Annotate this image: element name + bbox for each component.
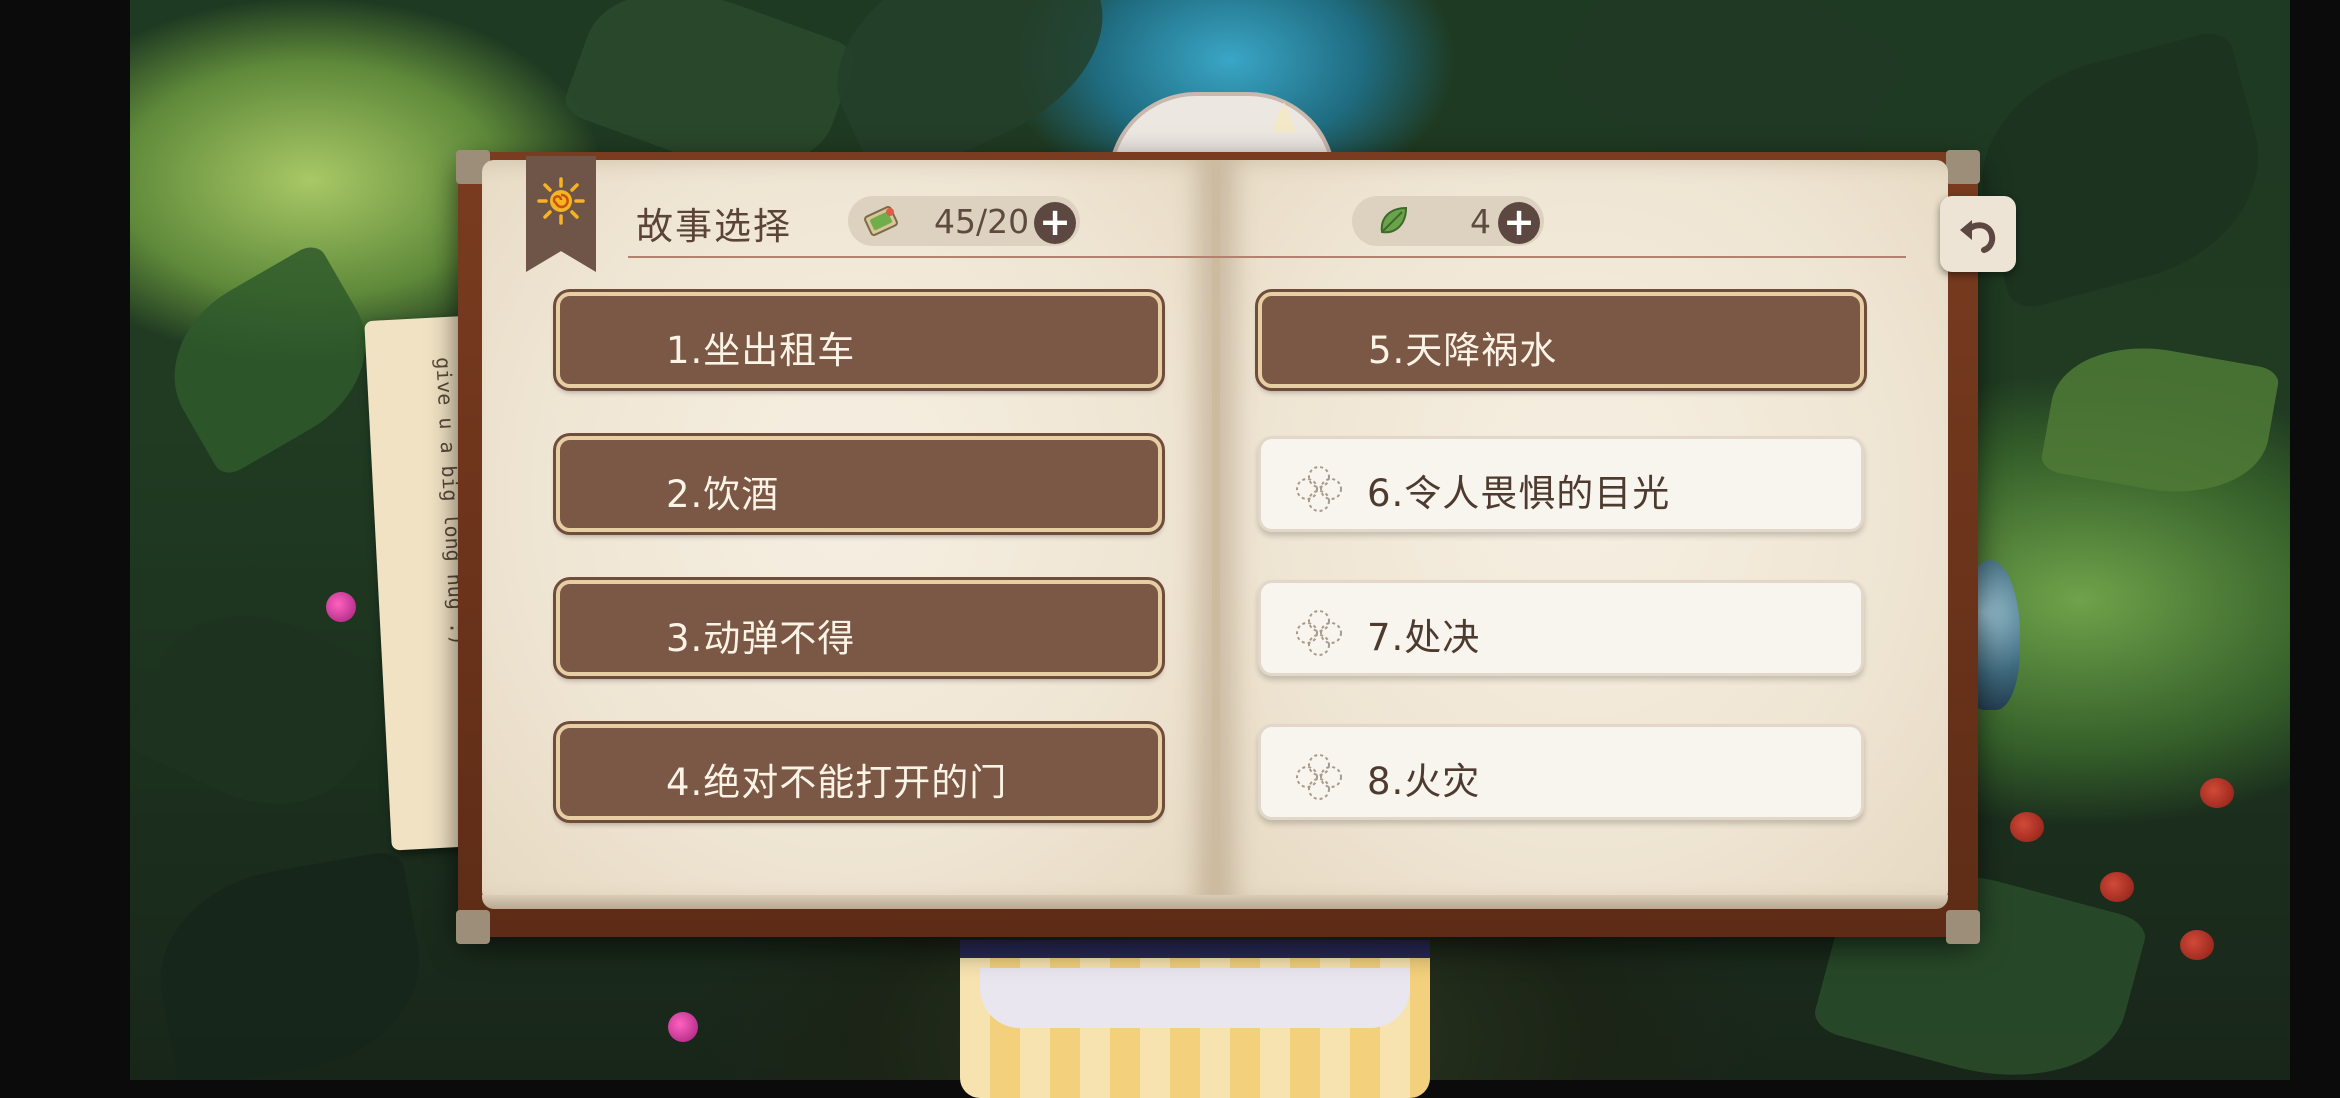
story-label: 2.饮酒: [666, 473, 780, 516]
leaf-icon: [1380, 206, 1408, 234]
pink-flower: [668, 1012, 698, 1042]
story-label: 3.动弹不得: [666, 617, 856, 660]
leaf-counter: 4 +: [1352, 196, 1544, 246]
story-label: 5.天降祸水: [1368, 329, 1558, 372]
clover-outline-icon: [1296, 754, 1342, 800]
clover-outline-icon: [1296, 610, 1342, 656]
story-button[interactable]: 5.天降祸水: [1258, 292, 1864, 388]
story-button[interactable]: 4.绝对不能打开的门: [556, 724, 1162, 820]
story-button[interactable]: 2.饮酒: [556, 436, 1162, 532]
back-arrow-icon: [1960, 220, 1996, 253]
clover-outline-icon: [1296, 466, 1342, 512]
story-label: 1.坐出租车: [666, 329, 856, 372]
page-title: 故事选择: [636, 205, 792, 248]
story-label: 4.绝对不能打开的门: [666, 761, 1008, 804]
pink-flower: [326, 592, 356, 622]
ticket-counter: 45/20 +: [848, 196, 1080, 246]
sun-icon: [537, 177, 585, 225]
book-spine: [1212, 160, 1220, 905]
leaf-value: 4: [1470, 202, 1491, 241]
story-button[interactable]: 1.坐出租车: [556, 292, 1162, 388]
rose: [2180, 930, 2214, 960]
book-corner: [1946, 150, 1980, 184]
book-corner: [1946, 910, 1980, 944]
add-tickets-button[interactable]: +: [1034, 202, 1076, 244]
header-divider: [628, 256, 1906, 258]
story-label: 6.令人畏惧的目光: [1367, 472, 1671, 515]
ticket-value: 45/20: [934, 202, 1030, 241]
story-button-locked[interactable]: 7.处决: [1258, 580, 1864, 676]
rose: [2010, 812, 2044, 842]
story-button[interactable]: 3.动弹不得: [556, 580, 1162, 676]
add-leaves-button[interactable]: +: [1498, 202, 1540, 244]
story-label: 8.火灾: [1367, 760, 1481, 803]
story-button-locked[interactable]: 8.火灾: [1258, 724, 1864, 820]
story-label: 7.处决: [1367, 616, 1481, 659]
story-button-locked[interactable]: 6.令人畏惧的目光: [1258, 436, 1864, 532]
book-corner: [456, 910, 490, 944]
character-dress: [960, 940, 1430, 1098]
ticket-icon: [864, 206, 898, 236]
back-button[interactable]: [1940, 196, 2016, 272]
rose: [2100, 872, 2134, 902]
rose: [2200, 778, 2234, 808]
page-edge: [482, 895, 1948, 909]
